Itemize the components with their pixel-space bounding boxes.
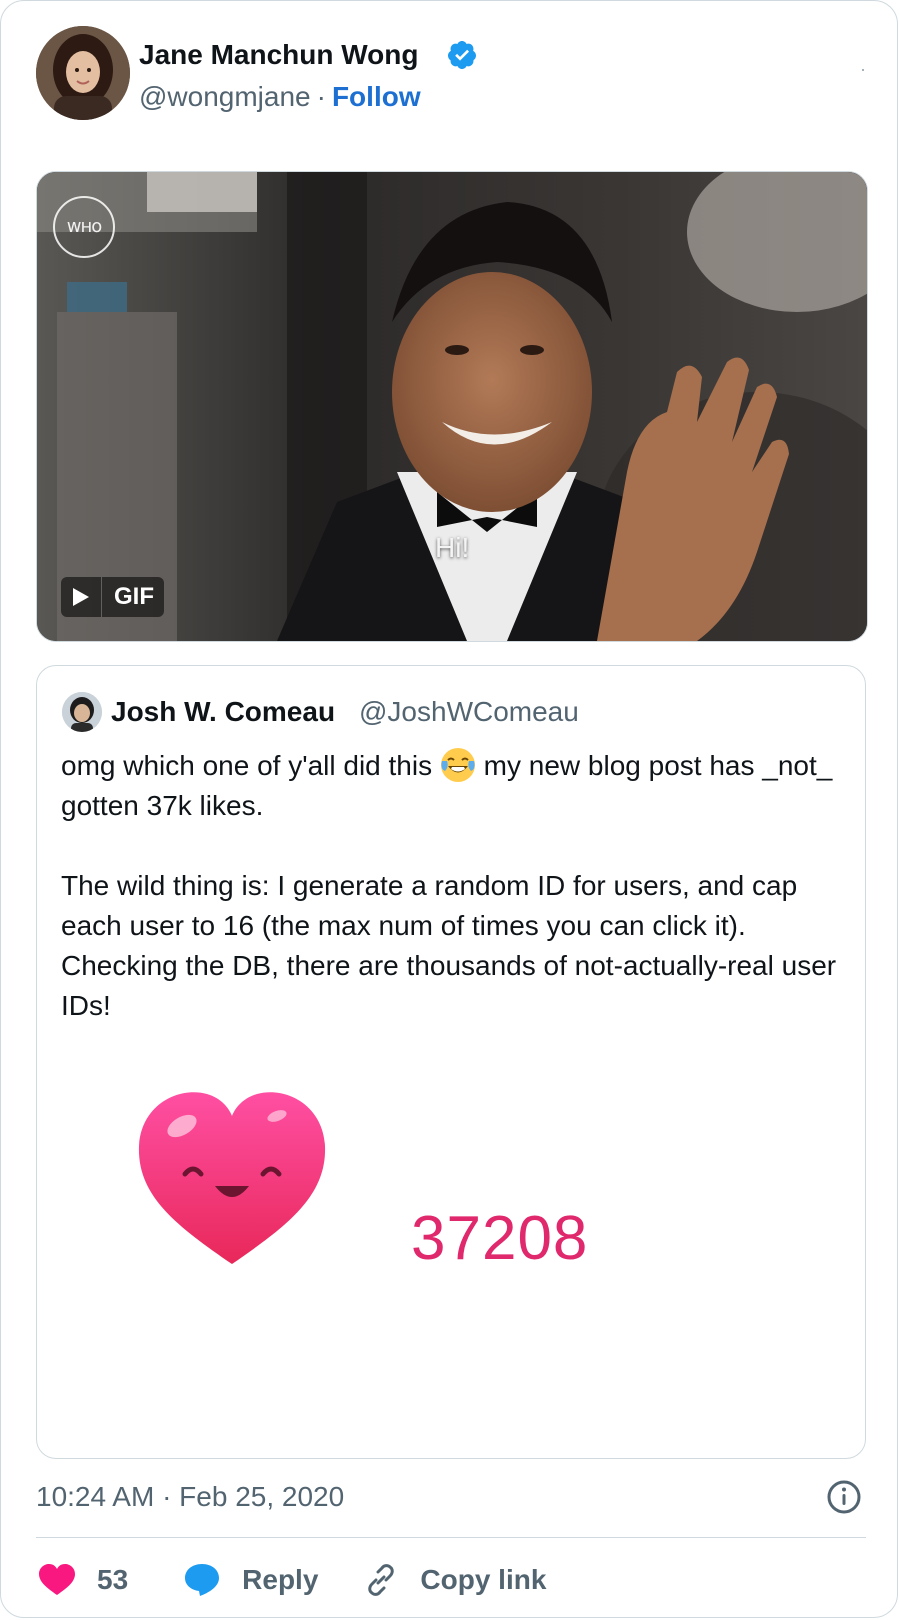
- link-icon: [368, 1564, 395, 1596]
- like-button[interactable]: 53: [39, 1564, 128, 1596]
- info-icon[interactable]: [825, 1478, 863, 1516]
- face-with-tears-of-joy-icon: [440, 748, 475, 782]
- gif-caption: Hi!: [435, 532, 470, 563]
- reply-label: Reply: [242, 1564, 319, 1595]
- watermark-logo: wнo: [53, 196, 115, 258]
- copy-link-label: Copy link: [420, 1564, 547, 1595]
- gif-play-badge[interactable]: GIF: [61, 577, 164, 617]
- like-counter: 37208: [411, 1204, 589, 1273]
- quoted-text-before-emoji: omg which one of y'all did this: [61, 750, 433, 781]
- tweet-card: Jane Manchun Wong @wongmjane · Follow wн…: [0, 0, 898, 1618]
- verified-badge-icon: [447, 41, 476, 69]
- author-name[interactable]: Jane Manchun Wong: [139, 37, 419, 73]
- gif-type-label: GIF: [114, 583, 154, 610]
- heart-icon: [39, 1564, 75, 1595]
- follow-button[interactable]: Follow: [332, 81, 421, 112]
- reply-button[interactable]: Reply: [184, 1563, 318, 1597]
- quoted-author-handle[interactable]: @JoshWComeau: [359, 694, 579, 730]
- author-handle-row: @wongmjane · Follow: [139, 79, 421, 115]
- copy-link-button[interactable]: Copy link: [364, 1563, 546, 1597]
- corner-dot: [862, 69, 864, 71]
- like-count: 53: [97, 1564, 129, 1595]
- gif-frame-image: [37, 172, 867, 641]
- footer-divider: [36, 1537, 866, 1538]
- quoted-author-avatar[interactable]: [62, 692, 102, 732]
- separator-dot: ·: [316, 81, 326, 112]
- smiling-heart-image: [138, 1092, 326, 1264]
- gif-media[interactable]: wнo Hi! GIF: [36, 171, 868, 642]
- quoted-tweet-text: omg which one of y'all did this my new b…: [61, 746, 841, 1026]
- tweet-timestamp[interactable]: 10:24 AM · Feb 25, 2020: [36, 1479, 344, 1515]
- speech-bubble-icon: [185, 1564, 220, 1596]
- quoted-tweet[interactable]: Josh W. Comeau @JoshWComeau omg which on…: [36, 665, 866, 1459]
- author-handle[interactable]: @wongmjane: [139, 81, 311, 112]
- quoted-paragraph-2: The wild thing is: I generate a random I…: [61, 870, 837, 1021]
- tweet-actions: 53 Reply Copy link: [39, 1560, 546, 1600]
- quoted-paragraph-1: omg which one of y'all did this my new b…: [61, 746, 841, 826]
- quoted-author-name[interactable]: Josh W. Comeau: [111, 694, 335, 730]
- author-avatar[interactable]: [36, 26, 130, 120]
- play-icon[interactable]: [61, 577, 102, 617]
